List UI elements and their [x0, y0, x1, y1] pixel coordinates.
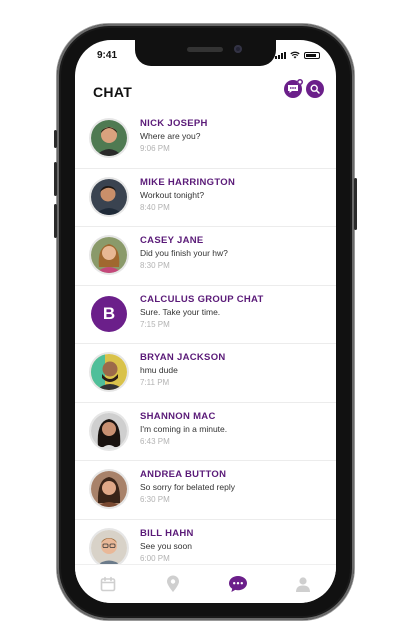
search-icon — [310, 84, 320, 94]
message-time: 7:15 PM — [140, 319, 170, 329]
message-preview: Sure. Take your time. — [140, 306, 221, 317]
chat-list-item[interactable]: ANDREA BUTTON So sorry for belated reply… — [75, 461, 336, 520]
avatar — [91, 178, 127, 215]
phone-volume-down — [54, 204, 57, 238]
tab-profile[interactable] — [288, 570, 318, 598]
calendar-icon — [100, 576, 115, 592]
avatar — [91, 529, 127, 566]
notch — [135, 40, 276, 66]
chat-list-item[interactable]: NICK JOSEPH Where are you? 9:06 PM — [75, 110, 336, 169]
tab-calendar[interactable] — [93, 570, 123, 598]
message-time: 8:30 PM — [140, 261, 170, 270]
message-preview: Did you finish your hw? — [140, 248, 228, 258]
avatar — [91, 412, 127, 449]
message-preview: So sorry for belated reply — [140, 482, 235, 492]
message-time: 6:43 PM — [140, 436, 170, 446]
page-title: CHAT — [93, 84, 133, 100]
battery-icon — [304, 52, 320, 59]
chat-list-item[interactable]: BRYAN JACKSON hmu dude 7:11 PM — [75, 344, 336, 403]
group-avatar-letter: B — [102, 303, 116, 323]
speaker — [187, 47, 223, 52]
message-time: 8:40 PM — [140, 202, 170, 212]
chat-list: NICK JOSEPH Where are you? 9:06 PM MIKE … — [75, 110, 336, 578]
tab-bar — [75, 564, 336, 603]
message-preview: Where are you? — [140, 131, 201, 141]
phone-side-button — [54, 130, 57, 148]
message-preview: Workout tonight? — [140, 189, 205, 200]
chat-list-item[interactable]: SHANNON MAC I'm coming in a minute. 6:43… — [75, 403, 336, 461]
tab-chat[interactable] — [223, 570, 253, 598]
chat-bubble-icon — [229, 576, 248, 592]
signal-icon — [275, 51, 286, 59]
message-preview: I'm coming in a minute. — [140, 423, 228, 434]
status-icons — [275, 51, 320, 59]
message-time: 7:11 PM — [140, 378, 170, 387]
profile-icon — [296, 577, 311, 592]
contact-name: BILL HAHN — [140, 527, 194, 539]
avatar — [91, 237, 127, 273]
chat-list-item[interactable]: MIKE HARRINGTON Workout tonight? 8:40 PM — [75, 169, 336, 227]
phone-power-button — [354, 178, 357, 230]
chat-dots-icon — [288, 85, 298, 93]
status-time: 9:41 — [97, 50, 118, 61]
contact-name: BRYAN JACKSON — [140, 352, 226, 363]
wifi-icon — [290, 51, 300, 59]
avatar — [91, 354, 127, 390]
message-preview: hmu dude — [140, 365, 178, 375]
new-badge-icon — [297, 79, 303, 85]
group-avatar: B — [91, 295, 127, 332]
message-time: 9:06 PM — [140, 144, 170, 153]
new-message-button[interactable] — [284, 79, 303, 98]
location-pin-icon — [166, 575, 179, 592]
contact-name: NICK JOSEPH — [140, 118, 208, 129]
message-preview: See you soon — [140, 540, 192, 551]
chat-list-item[interactable]: CASEY JANE Did you finish your hw? 8:30 … — [75, 227, 336, 286]
chat-list-item[interactable]: B CALCULUS GROUP CHAT Sure. Take your ti… — [75, 286, 336, 344]
contact-name: MIKE HARRINGTON — [140, 176, 236, 188]
contact-name: ANDREA BUTTON — [140, 469, 227, 480]
contact-name: CASEY JANE — [140, 235, 204, 246]
contact-name: SHANNON MAC — [140, 410, 216, 422]
tab-location[interactable] — [158, 570, 188, 598]
phone-screen: 9:41 CHAT NICK JOSEPH Where are you? 9:0… — [75, 40, 336, 603]
front-camera — [234, 45, 242, 53]
search-button[interactable] — [306, 80, 324, 98]
message-time: 6:30 PM — [140, 495, 170, 504]
avatar — [91, 471, 127, 507]
contact-name: CALCULUS GROUP CHAT — [140, 293, 264, 305]
phone-volume-up — [54, 162, 57, 196]
message-time: 6:00 PM — [140, 553, 170, 563]
avatar — [91, 120, 127, 156]
